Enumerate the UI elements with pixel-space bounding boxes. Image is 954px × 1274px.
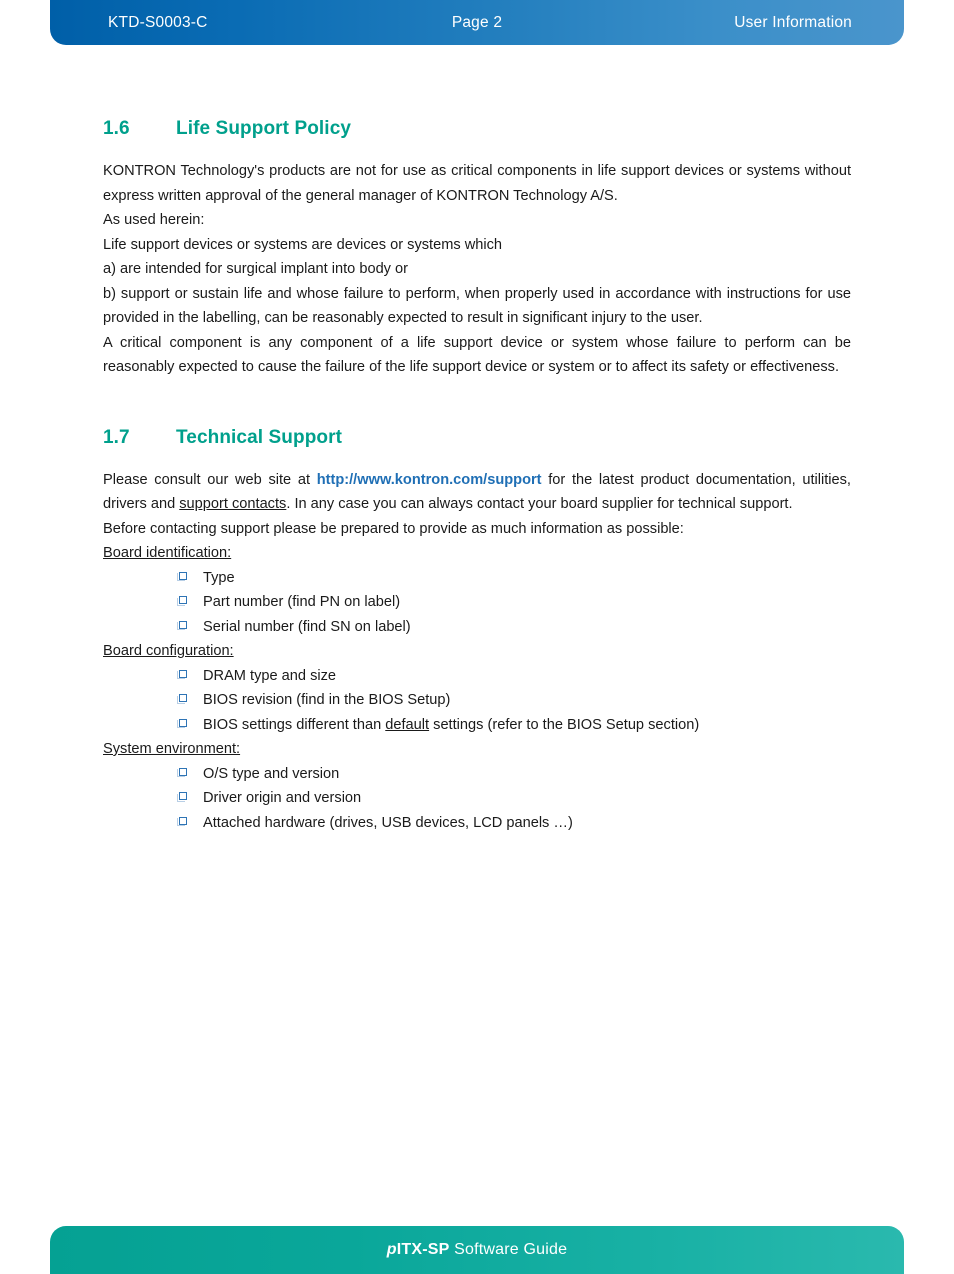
kontron-support-link[interactable]: http://www.kontron.com/support [317, 472, 542, 488]
list-item: Type [103, 566, 851, 591]
list-item-label: Type [203, 569, 235, 586]
page-footer-bar: pITX-SP Software Guide [50, 1226, 904, 1274]
list-item-label: Attached hardware (drives, USB devices, … [203, 814, 573, 831]
square-bullet-icon [177, 694, 203, 704]
square-bullet-icon [177, 767, 203, 778]
list-item-label: Serial number (find SN on label) [203, 618, 411, 635]
paragraph-clause-b: b) support or sustain life and whose fai… [103, 285, 851, 327]
list-item-label: Driver origin and version [203, 790, 362, 806]
list-item-text-after: settings (refer to the BIOS Setup sectio… [429, 716, 700, 733]
paragraph-clause-a: a) are intended for surgical implant int… [103, 261, 409, 277]
list-item: Part number (find PN on label) [103, 590, 851, 615]
list-item-label: DRAM type and size [203, 667, 337, 684]
list-item: Attached hardware (drives, USB devices, … [103, 811, 851, 836]
support-contacts-link[interactable]: support contacts [179, 496, 286, 512]
square-bullet-icon [177, 669, 203, 680]
list-item-label: BIOS revision (find in the BIOS Setup) [203, 692, 451, 708]
list-item-label: Part number (find PN on label) [203, 594, 401, 610]
paragraph-prepare-info: Before contacting support please be prep… [103, 520, 684, 537]
list-system-environment: O/S type and version Driver origin and v… [103, 762, 851, 836]
list-board-configuration: DRAM type and size BIOS revision (find i… [103, 664, 851, 738]
section-title-1-7: Technical Support [176, 426, 343, 448]
group-label-board-identification: Board identification: [103, 545, 232, 561]
section-heading-1-6: 1.6 Life Support Policy [103, 118, 851, 140]
footer-product-model: ITX-SP [396, 1241, 450, 1258]
paragraph-technical-support-intro: Please consult our web site at http://ww… [103, 468, 851, 517]
group-label-system-environment: System environment: [103, 741, 241, 757]
footer-guide-label: Software Guide [454, 1241, 568, 1258]
page-header-bar: KTD-S0003-C Page 2 User Information [50, 0, 904, 45]
intro-text-tail: . In any case you can always contact you… [286, 496, 793, 512]
intro-text-before-link: Please consult our web site at [103, 471, 317, 488]
square-bullet-icon [177, 596, 203, 606]
paragraph-as-used-herein: As used herein: [103, 212, 205, 228]
list-item-text-before: BIOS settings different than [203, 716, 386, 733]
list-board-identification: Type Part number (find PN on label) Seri… [103, 566, 851, 640]
section-title-1-6: Life Support Policy [176, 118, 352, 139]
list-item-underlined-term: default [385, 716, 430, 733]
paragraph-life-support-intro: KONTRON Technology's products are not fo… [103, 163, 851, 204]
page-content: 1.6 Life Support Policy KONTRON Technolo… [103, 118, 851, 835]
list-item-label: BIOS settings different than default set… [203, 713, 699, 738]
list-item: Serial number (find SN on label) [103, 615, 851, 640]
square-bullet-icon [177, 816, 203, 827]
list-item: O/S type and version [103, 762, 851, 787]
section-heading-1-7: 1.7 Technical Support [103, 427, 851, 449]
footer-product-prefix: p [386, 1241, 397, 1258]
paragraph-life-support-definition: Life support devices or systems are devi… [103, 236, 503, 253]
square-bullet-icon [177, 571, 203, 582]
group-label-board-identification-wrapper: Board identification: [103, 541, 851, 566]
group-label-system-environment-wrapper: System environment: [103, 737, 851, 762]
section-number-1-7: 1.7 [103, 426, 130, 448]
list-item: Driver origin and version [103, 786, 851, 811]
footer-product-name: pITX-SP [387, 1241, 450, 1258]
paragraph-critical-component: A critical component is any component of… [103, 334, 851, 376]
list-item: BIOS revision (find in the BIOS Setup) [103, 688, 851, 713]
header-section-title: User Information [734, 13, 852, 31]
list-item: BIOS settings different than default set… [103, 713, 851, 738]
square-bullet-icon [177, 620, 203, 631]
square-bullet-icon [177, 718, 203, 729]
list-item-label: O/S type and version [203, 765, 340, 782]
section-number-1-6: 1.6 [103, 118, 130, 139]
group-label-board-configuration-wrapper: Board configuration: [103, 639, 851, 664]
group-label-board-configuration: Board configuration: [103, 643, 234, 659]
list-item: DRAM type and size [103, 664, 851, 689]
square-bullet-icon [177, 792, 203, 802]
footer-title: pITX-SP Software Guide [387, 1241, 568, 1259]
